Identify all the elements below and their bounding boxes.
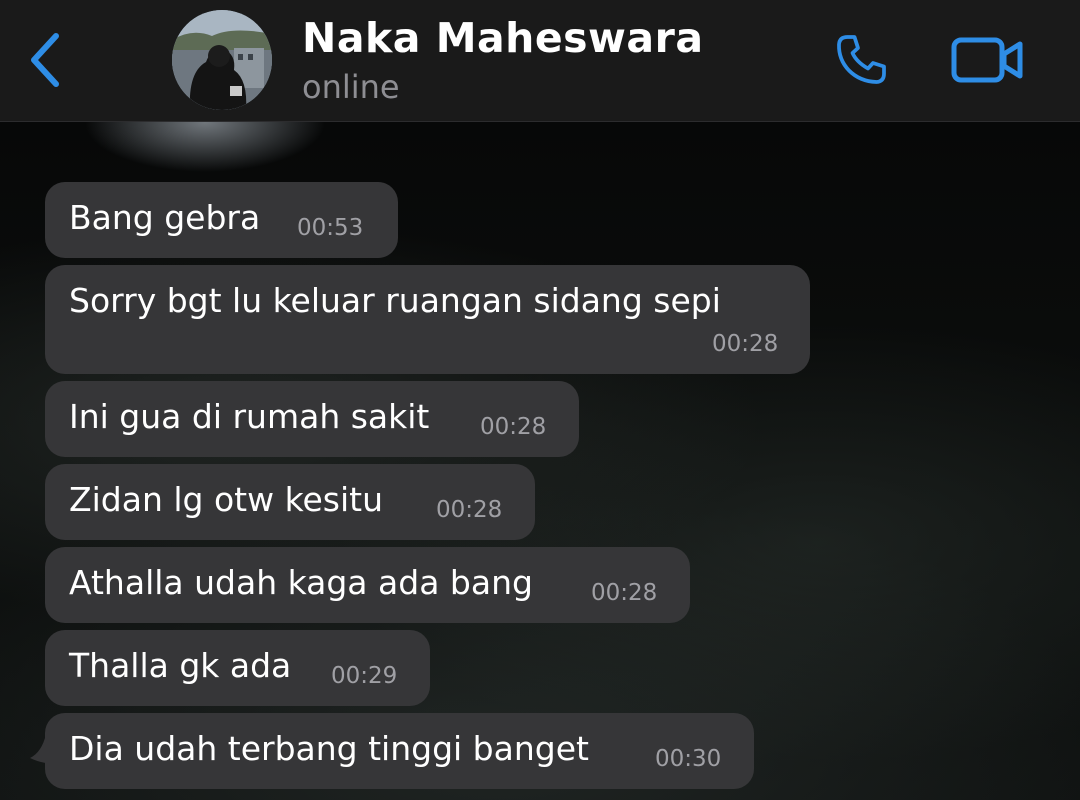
message-text: Dia udah terbang tinggi banget [69, 729, 589, 768]
message-text: Athalla udah kaga ada bang [69, 563, 533, 602]
message-time: 00:28 [591, 580, 658, 606]
chevron-left-icon [31, 33, 59, 87]
message-time: 00:30 [655, 746, 722, 772]
message-time: 00:28 [712, 331, 779, 357]
phone-icon [837, 35, 886, 84]
back-button[interactable] [22, 30, 68, 90]
message-bubble[interactable]: Athalla udah kaga ada bang 00:28 [45, 547, 690, 623]
contact-name[interactable]: Naka Maheswara [302, 14, 704, 62]
contact-avatar[interactable] [172, 10, 272, 110]
chat-header: Naka Maheswara online [0, 0, 1080, 122]
message-bubble[interactable]: Sorry bgt lu keluar ruangan sidang sepi … [45, 265, 810, 374]
message-text: Zidan lg otw kesitu [69, 480, 384, 519]
message-bubble[interactable]: Bang gebra 00:53 [45, 182, 398, 258]
message-text: Ini gua di rumah sakit [69, 397, 430, 436]
voice-call-button[interactable] [826, 28, 896, 92]
avatar-photo [172, 10, 272, 110]
message-time: 00:28 [436, 497, 503, 523]
message-text: Sorry bgt lu keluar ruangan sidang sepi [69, 281, 721, 320]
message-time: 00:29 [331, 663, 398, 689]
contact-status: online [302, 68, 400, 106]
video-camera-icon [951, 37, 1023, 83]
message-bubble[interactable]: Dia udah terbang tinggi banget 00:30 [45, 713, 754, 789]
message-time: 00:28 [480, 414, 547, 440]
chat-screen: Naka Maheswara online Bang gebra 00:53 S… [0, 0, 1080, 800]
message-text: Bang gebra [69, 198, 261, 237]
message-list[interactable]: Bang gebra 00:53 Sorry bgt lu keluar rua… [0, 122, 1080, 800]
message-text: Thalla gk ada [69, 646, 292, 685]
video-call-button[interactable] [946, 28, 1030, 92]
message-bubble[interactable]: Thalla gk ada 00:29 [45, 630, 430, 706]
message-time: 00:53 [297, 215, 364, 241]
message-bubble[interactable]: Ini gua di rumah sakit 00:28 [45, 381, 579, 457]
message-bubble[interactable]: Zidan lg otw kesitu 00:28 [45, 464, 535, 540]
